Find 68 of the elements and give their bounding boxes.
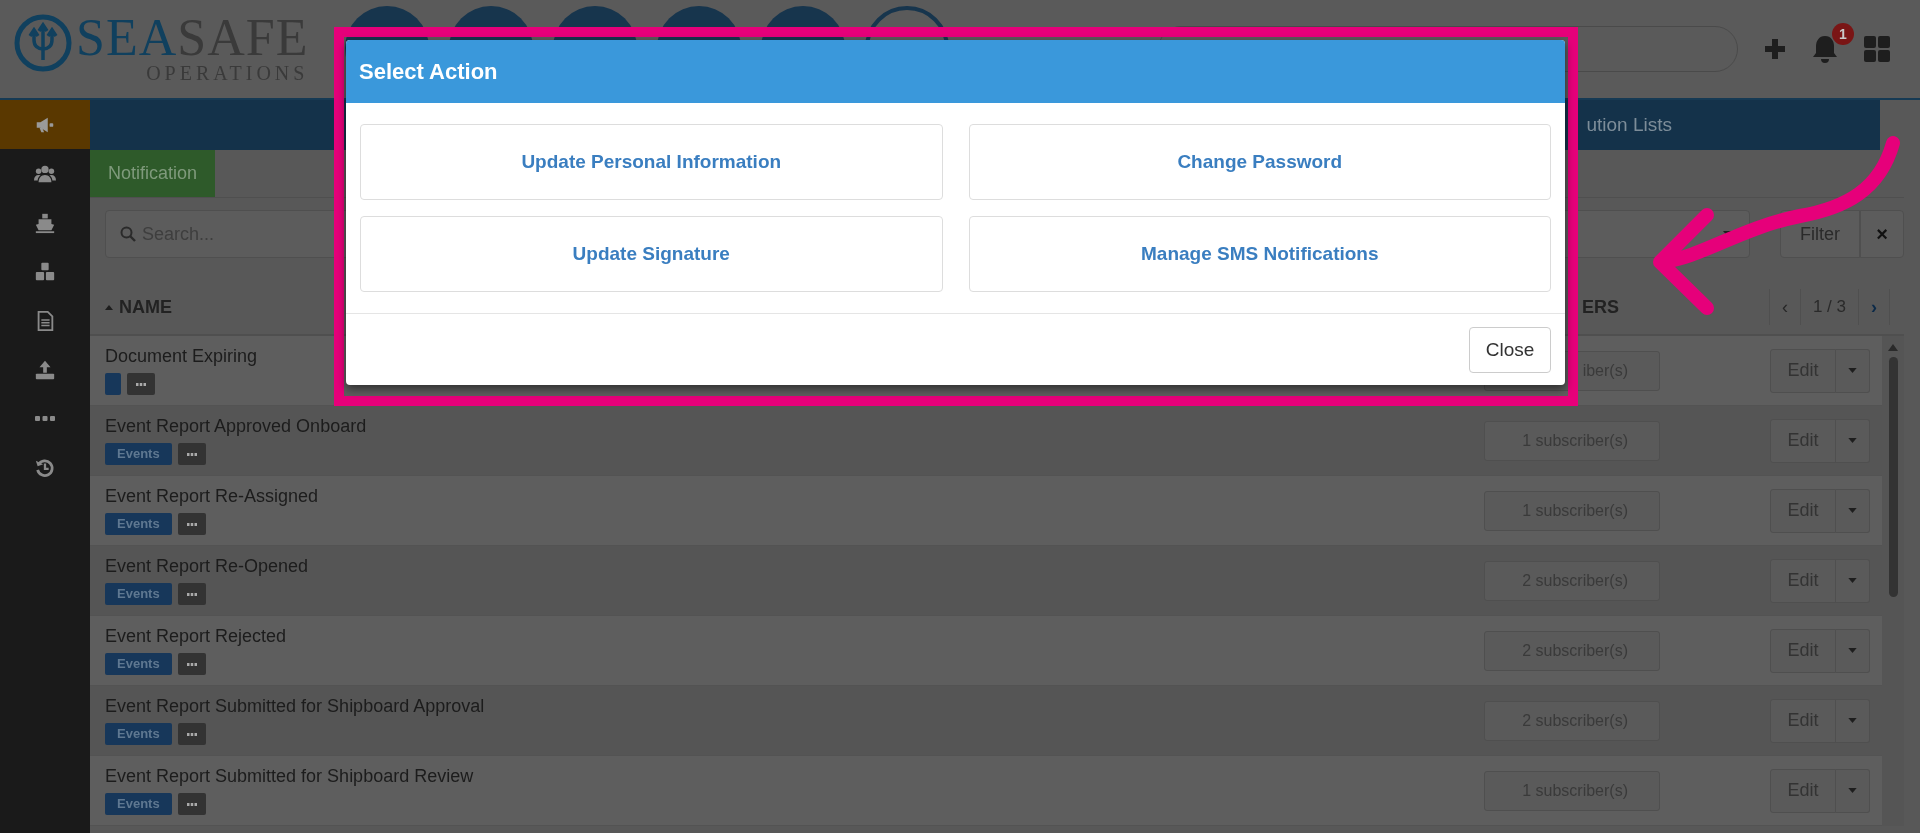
- notification-badge: 1: [1832, 23, 1854, 45]
- scroll-up-icon: [1888, 344, 1898, 351]
- ellipsis-icon: [186, 452, 197, 456]
- ellipsis-icon: [136, 382, 146, 386]
- category-tag: Events: [105, 793, 172, 815]
- more-button[interactable]: [177, 793, 206, 815]
- more-button[interactable]: [177, 723, 206, 745]
- more-button[interactable]: [177, 583, 206, 605]
- clear-button[interactable]: ×: [1860, 210, 1904, 258]
- sidebar-item[interactable]: [0, 100, 90, 149]
- dropdown-toggle[interactable]: [1836, 628, 1870, 673]
- dropdown-toggle[interactable]: [1836, 768, 1870, 813]
- close-button[interactable]: Close: [1469, 327, 1551, 373]
- more-button[interactable]: [177, 653, 206, 675]
- bell-icon: [1810, 33, 1840, 65]
- ellipsis-icon: [186, 522, 197, 526]
- category-tag: Events: [105, 583, 172, 605]
- ship-icon: [34, 211, 56, 234]
- ellipsis-icon: [186, 802, 197, 806]
- ellipsis-icon: [186, 732, 197, 736]
- caret-icon: [1848, 368, 1857, 373]
- ellipsis-icon: [186, 662, 197, 666]
- caret-icon: [1848, 788, 1857, 793]
- action-button[interactable]: Update Signature: [360, 216, 943, 292]
- notification-name: Event Report Submitted for Shipboard Review: [105, 766, 475, 787]
- modal-title: Select Action: [346, 40, 1565, 103]
- notification-name: Event Report Re-Assigned: [105, 486, 320, 507]
- upload-icon: [34, 358, 56, 381]
- trident-logo-icon: [14, 14, 72, 72]
- ellipsis-icon: [35, 416, 55, 421]
- caret-icon: [1848, 578, 1857, 583]
- caret-icon: [1848, 508, 1857, 513]
- notification-tab[interactable]: Notification: [90, 150, 216, 197]
- tab[interactable]: ution Lists: [1586, 114, 1672, 136]
- action-button[interactable]: Update Personal Information: [360, 124, 943, 200]
- next-page-button[interactable]: ›: [1858, 289, 1890, 325]
- category-tag: Events: [105, 513, 172, 535]
- previous-page-button[interactable]: ‹: [1768, 289, 1800, 325]
- plus-icon: [1762, 36, 1788, 62]
- notification-name: Event Report Rejected: [105, 626, 288, 647]
- notification-name: Document Expiring: [105, 346, 259, 367]
- notification-name: Event Report Approved Onboard: [105, 416, 368, 437]
- dropdown-toggle[interactable]: [1836, 348, 1870, 393]
- more-button[interactable]: [177, 513, 206, 535]
- boxes-icon: [34, 260, 56, 283]
- more-button[interactable]: [127, 373, 155, 395]
- notification-name: Event Report Re-Opened: [105, 556, 310, 577]
- dropdown-toggle[interactable]: [1836, 418, 1870, 463]
- sort-caret-icon: [105, 304, 113, 310]
- dropdown-toggle[interactable]: [1836, 488, 1870, 533]
- more-button[interactable]: [177, 443, 206, 465]
- history-icon: [34, 456, 56, 479]
- caret-icon: [1848, 438, 1857, 443]
- category-tag: Events: [105, 443, 172, 465]
- ellipsis-icon: [186, 592, 197, 596]
- category-tag: Events: [105, 653, 172, 675]
- caret-icon: [1848, 648, 1857, 653]
- category-tag: Events: [105, 723, 172, 745]
- dropdown-toggle[interactable]: [1836, 558, 1870, 603]
- notification-name: Event Report Submitted for Shipboard Approval: [105, 696, 486, 717]
- action-button[interactable]: Change Password: [968, 124, 1551, 200]
- category-tag: [105, 373, 121, 395]
- grid-icon: [1862, 34, 1892, 64]
- scrollbar-thumb[interactable]: [1888, 357, 1898, 597]
- dropdown-toggle[interactable]: [1836, 698, 1870, 743]
- search-icon: [120, 226, 136, 242]
- caret-icon: [1848, 718, 1857, 723]
- action-button[interactable]: Manage SMS Notifications: [968, 216, 1551, 292]
